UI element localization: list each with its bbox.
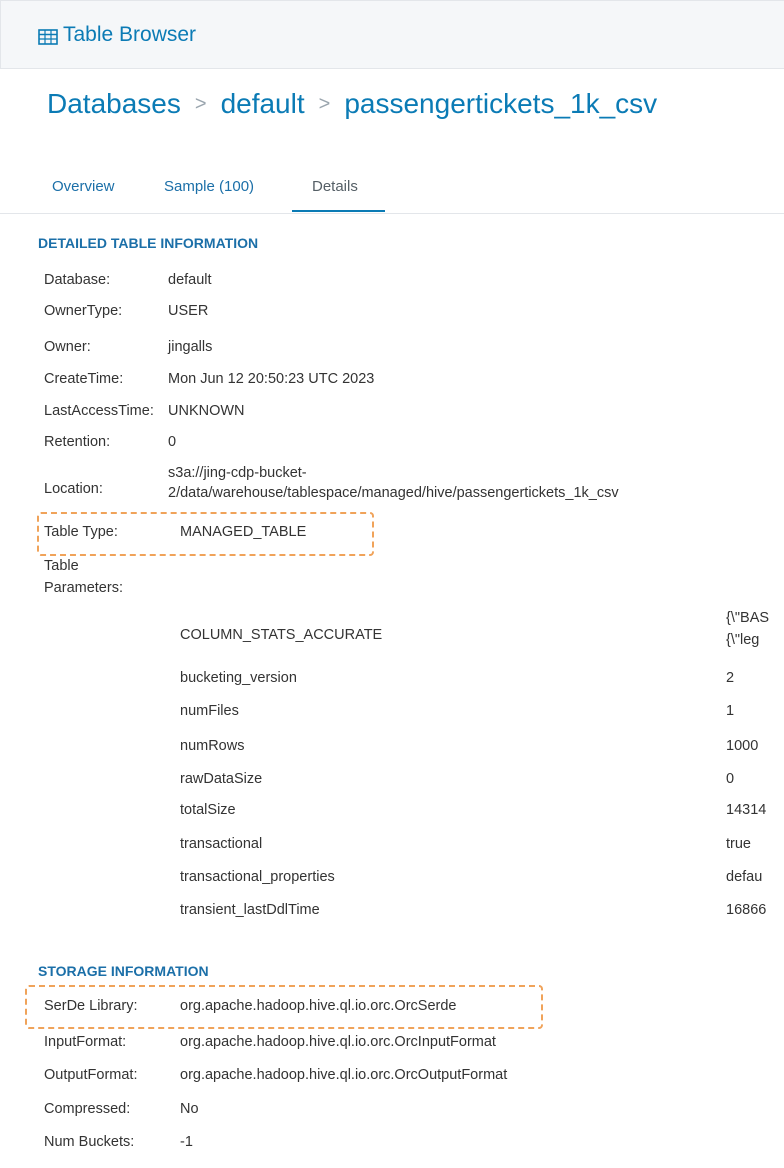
compressed-value: No xyxy=(180,1101,199,1117)
param-key: transactional_properties xyxy=(180,869,335,885)
num-buckets-value: -1 xyxy=(180,1134,193,1150)
table-type-label: Table Type: xyxy=(44,524,118,540)
breadcrumb-databases[interactable]: Databases xyxy=(47,88,181,119)
last-access-time-label: LastAccessTime: xyxy=(44,403,154,419)
compressed-label: Compressed: xyxy=(44,1101,131,1117)
tab-details[interactable]: Details xyxy=(312,178,358,195)
table-parameters-label-line1: Table xyxy=(44,558,79,574)
output-format-label: OutputFormat: xyxy=(44,1067,138,1083)
param-key: transient_lastDdlTime xyxy=(180,902,320,918)
breadcrumb-separator: > xyxy=(194,93,207,115)
param-value: 1000 xyxy=(726,738,759,754)
owner-value: jingalls xyxy=(168,339,213,355)
detailed-table-information-heading: DETAILED TABLE INFORMATION xyxy=(38,235,259,251)
param-value: {\"BAS xyxy=(726,610,770,626)
serde-library-value: org.apache.hadoop.hive.ql.io.orc.OrcSerd… xyxy=(180,998,457,1014)
input-format-label: InputFormat: xyxy=(44,1034,127,1050)
database-label: Database: xyxy=(44,272,111,288)
param-value: 16866 xyxy=(726,902,767,918)
database-value: default xyxy=(168,272,212,288)
table-icon xyxy=(38,29,58,45)
param-key: numFiles xyxy=(180,703,239,719)
param-key: bucketing_version xyxy=(180,670,297,686)
create-time-label: CreateTime: xyxy=(44,371,124,387)
location-label: Location: xyxy=(44,481,103,497)
tab-overview[interactable]: Overview xyxy=(52,178,115,195)
breadcrumb-separator: > xyxy=(318,93,331,115)
storage-information-heading: STORAGE INFORMATION xyxy=(38,963,209,979)
tab-bar: Overview Sample (100) Details xyxy=(0,172,784,214)
tab-sample[interactable]: Sample (100) xyxy=(164,178,254,195)
serde-library-label: SerDe Library: xyxy=(44,998,138,1014)
param-value: 14314 xyxy=(726,802,767,818)
owner-type-label: OwnerType: xyxy=(44,303,123,319)
owner-label: Owner: xyxy=(44,339,91,355)
retention-value: 0 xyxy=(168,434,177,450)
location-value-line2: 2/data/warehouse/tablespace/managed/hive… xyxy=(168,485,619,501)
input-format-value: org.apache.hadoop.hive.ql.io.orc.OrcInpu… xyxy=(180,1034,496,1050)
param-value: defau xyxy=(726,869,763,885)
last-access-time-value: UNKNOWN xyxy=(168,403,245,419)
breadcrumb-table[interactable]: passengertickets_1k_csv xyxy=(344,88,657,119)
retention-label: Retention: xyxy=(44,434,111,450)
app-title: Table Browser xyxy=(63,23,197,46)
active-tab-indicator xyxy=(292,210,385,212)
table-parameters-label-line2: Parameters: xyxy=(44,580,123,596)
param-value: 2 xyxy=(726,670,735,686)
param-value: true xyxy=(726,836,751,852)
param-key: COLUMN_STATS_ACCURATE xyxy=(180,627,383,643)
param-key: rawDataSize xyxy=(180,771,263,787)
location-value-line1: s3a://jing-cdp-bucket- xyxy=(168,465,307,481)
param-value: {\"leg xyxy=(726,632,760,648)
param-value: 0 xyxy=(726,771,735,787)
param-key: totalSize xyxy=(180,802,236,818)
create-time-value: Mon Jun 12 20:50:23 UTC 2023 xyxy=(168,371,375,387)
param-value: 1 xyxy=(726,703,735,719)
param-key: numRows xyxy=(180,738,245,754)
param-key: transactional xyxy=(180,836,263,852)
output-format-value: org.apache.hadoop.hive.ql.io.orc.OrcOutp… xyxy=(180,1067,508,1083)
num-buckets-label: Num Buckets: xyxy=(44,1134,135,1150)
top-bar: Table Browser xyxy=(0,0,784,69)
breadcrumb: Databases > default > passengertickets_1k_cs… xyxy=(47,88,657,120)
owner-type-value: USER xyxy=(168,303,209,319)
table-type-value: MANAGED_TABLE xyxy=(180,524,307,540)
breadcrumb-database-default[interactable]: default xyxy=(221,88,305,119)
